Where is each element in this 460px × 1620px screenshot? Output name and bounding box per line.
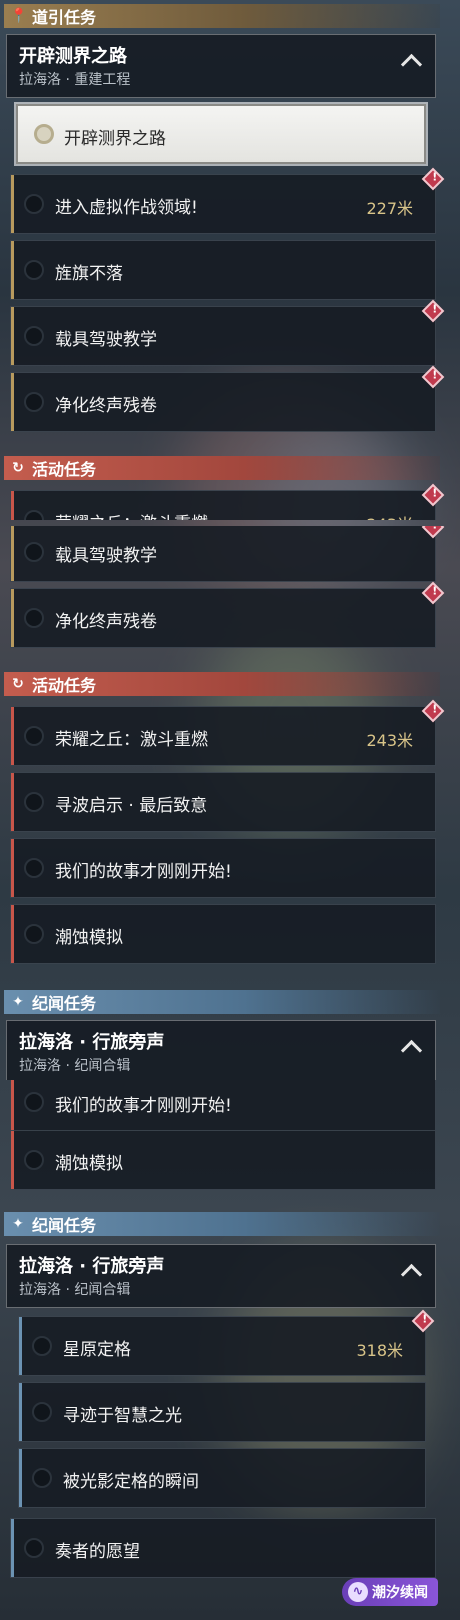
quest-radio-icon <box>24 608 44 628</box>
quest-label: 净化终声残卷 <box>55 396 157 416</box>
quest-row[interactable]: 荣耀之丘：激斗重燃 243米 ! <box>10 699 445 766</box>
quest-radio-icon <box>24 194 44 214</box>
group-subtitle: 拉海洛 · 重建工程 <box>19 72 131 88</box>
quest-group-header[interactable]: 拉海洛 · 行旅旁声 拉海洛 · 纪闻合辑 <box>6 1020 436 1080</box>
quest-row[interactable]: 净化终声残卷 ! <box>10 365 445 432</box>
quest-label: 载具驾驶教学 <box>55 546 157 566</box>
quest-label: 被光影定格的瞬间 <box>63 1472 199 1492</box>
alert-diamond-icon: ! <box>421 365 445 389</box>
quest-distance: 243米 <box>366 511 413 520</box>
sparkle-star-icon: ✦ <box>12 1216 24 1232</box>
quest-radio-icon <box>24 792 44 812</box>
alert-diamond-icon: ! <box>421 581 445 605</box>
quest-label: 潮蚀模拟 <box>55 928 123 948</box>
quest-row[interactable]: 星原定格 318米 ! <box>18 1309 435 1376</box>
group-subtitle: 拉海洛 · 纪闻合辑 <box>19 1058 131 1074</box>
quest-row[interactable]: 进入虚拟作战领域! 227米 ! <box>10 167 445 234</box>
quest-panel-bottom: 我们的故事才刚刚开始! 潮蚀模拟 ✦ 纪闻任务 拉海洛 · 行旅旁声 拉海洛 ·… <box>0 1080 460 1620</box>
quest-label: 星原定格 <box>63 1340 131 1360</box>
quest-radio-icon <box>24 326 44 346</box>
quest-row[interactable]: 潮蚀模拟 <box>10 904 436 964</box>
alert-diamond-icon: ! <box>421 167 445 191</box>
quest-radio-icon <box>24 260 44 280</box>
selected-quest-row[interactable]: 开辟测界之路 <box>16 104 426 164</box>
quest-row[interactable]: 净化终声残卷 ! <box>10 581 445 648</box>
quest-group-header[interactable]: 开辟测界之路 拉海洛 · 重建工程 <box>6 34 436 98</box>
quest-radio-icon <box>24 726 44 746</box>
quest-label: 寻波启示 · 最后致意 <box>55 796 208 816</box>
quest-row[interactable]: 我们的故事才刚刚开始! <box>10 1080 436 1132</box>
quest-row[interactable]: 寻迹于智慧之光 <box>18 1382 426 1442</box>
chevron-up-icon[interactable] <box>400 53 423 76</box>
quest-row[interactable]: 载具驾驶教学 ! <box>10 526 445 582</box>
section-title: 道引任务 <box>32 8 97 27</box>
quest-radio-icon <box>24 1538 44 1558</box>
quest-row[interactable]: 荣耀之丘：激斗重燃 243米 ! <box>10 483 445 520</box>
quest-radio-icon <box>34 124 54 144</box>
quest-label: 潮蚀模拟 <box>55 1154 123 1174</box>
quest-row[interactable]: 我们的故事才刚刚开始! <box>10 838 436 898</box>
chevron-up-icon[interactable] <box>400 1263 423 1286</box>
quest-distance: 243米 <box>366 731 413 750</box>
quest-group-header[interactable]: 拉海洛 · 行旅旁声 拉海洛 · 纪闻合辑 <box>6 1244 436 1308</box>
quest-label: 荣耀之丘：激斗重燃 <box>55 509 208 520</box>
tide-logo-icon: ∿ <box>348 1582 368 1602</box>
quest-row[interactable]: 旌旗不落 <box>10 240 436 300</box>
section-title: 活动任务 <box>32 460 97 479</box>
refresh-quest-icon: ↻ <box>12 676 24 692</box>
quest-radio-icon <box>24 392 44 412</box>
quest-label: 净化终声残卷 <box>55 612 157 632</box>
watermark-text: 潮汐续闻 <box>372 1585 428 1601</box>
section-title: 纪闻任务 <box>32 994 97 1013</box>
quest-row[interactable]: 被光影定格的瞬间 <box>18 1448 426 1508</box>
quest-row[interactable]: 载具驾驶教学 ! <box>10 299 445 366</box>
story-section-header: ✦ 纪闻任务 <box>4 990 440 1014</box>
quest-radio-icon <box>24 1092 44 1112</box>
quest-radio-icon <box>32 1402 52 1422</box>
quest-panel-middle: 载具驾驶教学 ! 净化终声残卷 ! ↻ 活动任务 荣耀之丘：激斗重燃 243米 … <box>0 526 460 1080</box>
quest-label: 开辟测界之路 <box>64 129 166 149</box>
quest-radio-icon <box>24 858 44 878</box>
quest-label: 旌旗不落 <box>55 264 123 284</box>
alert-diamond-icon: ! <box>421 299 445 323</box>
group-title: 拉海洛 · 行旅旁声 <box>19 1032 165 1053</box>
quest-label: 寻迹于智慧之光 <box>63 1406 182 1426</box>
sparkle-star-icon: ✦ <box>12 994 24 1010</box>
guide-section-header: 📍 道引任务 <box>4 4 440 28</box>
alert-diamond-icon: ! <box>421 699 445 723</box>
quest-distance: 227米 <box>366 199 413 218</box>
group-title: 拉海洛 · 行旅旁声 <box>19 1256 165 1277</box>
watermark-logo: ∿ 潮汐续闻 <box>342 1578 438 1606</box>
group-title: 开辟测界之路 <box>19 46 127 67</box>
alert-diamond-icon: ! <box>421 526 445 539</box>
quest-label: 进入虚拟作战领域! <box>55 198 198 218</box>
quest-label: 奏者的愿望 <box>55 1542 140 1562</box>
quest-distance: 318米 <box>356 1341 403 1360</box>
quest-label: 荣耀之丘：激斗重燃 <box>55 730 208 750</box>
quest-label: 我们的故事才刚刚开始! <box>55 862 232 882</box>
quest-label: 载具驾驶教学 <box>55 330 157 350</box>
quest-radio-icon <box>32 1336 52 1356</box>
refresh-quest-icon: ↻ <box>12 460 24 476</box>
map-pin-icon: 📍 <box>10 8 28 24</box>
section-title: 纪闻任务 <box>32 1216 97 1235</box>
group-subtitle: 拉海洛 · 纪闻合辑 <box>19 1282 131 1298</box>
quest-row[interactable]: 奏者的愿望 <box>10 1518 436 1578</box>
quest-radio-icon <box>24 510 44 520</box>
section-title: 活动任务 <box>32 676 97 695</box>
quest-panel-top: 📍 道引任务 开辟测界之路 拉海洛 · 重建工程 开辟测界之路 进入虚拟作战领域… <box>0 0 460 520</box>
alert-diamond-icon: ! <box>421 483 445 507</box>
quest-radio-icon <box>24 542 44 562</box>
event-section-header: ↻ 活动任务 <box>4 672 440 696</box>
alert-diamond-icon: ! <box>411 1309 435 1333</box>
quest-radio-icon <box>24 1150 44 1170</box>
event-section-header: ↻ 活动任务 <box>4 456 440 480</box>
quest-row[interactable]: 潮蚀模拟 <box>10 1130 436 1190</box>
quest-label: 我们的故事才刚刚开始! <box>55 1096 232 1116</box>
quest-radio-icon <box>24 924 44 944</box>
quest-row[interactable]: 寻波启示 · 最后致意 <box>10 772 436 832</box>
story-section-header: ✦ 纪闻任务 <box>4 1212 440 1236</box>
quest-radio-icon <box>32 1468 52 1488</box>
chevron-up-icon[interactable] <box>400 1039 423 1062</box>
